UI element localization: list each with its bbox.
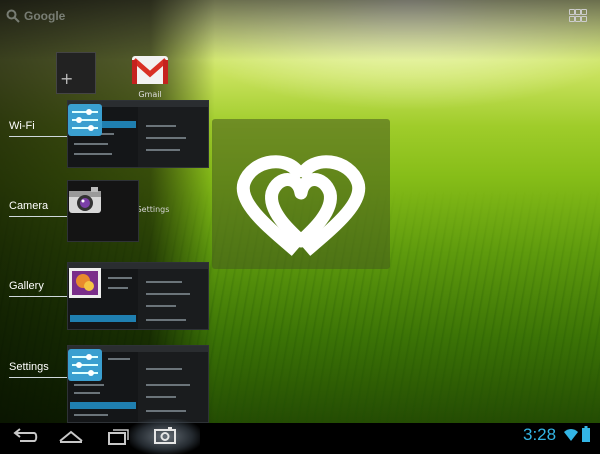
search-icon [6,9,20,23]
clock: 3:28 [523,425,557,444]
task-label: Camera [9,200,49,212]
top-shade [0,0,600,60]
task-label: Wi-Fi [9,120,35,132]
plus-icon: + [60,69,74,88]
all-apps-button[interactable] [569,9,587,23]
back-icon[interactable] [10,425,38,447]
settings-sliders-icon [68,349,102,381]
screenshot-camera-icon[interactable] [153,425,177,447]
task-label: Settings [9,361,49,373]
navigation-bar [0,423,600,450]
wallpaper-logo-card [212,119,390,269]
task-label: Gallery [9,280,44,292]
gmail-shortcut[interactable]: Gmail [128,52,172,99]
gmail-icon [132,56,168,84]
wifi-signal-icon[interactable] [563,428,579,442]
gallery-icon [69,268,101,298]
settings-sliders-icon [68,104,102,136]
google-search-bar[interactable]: Google [6,6,65,26]
search-label: Google [24,9,66,23]
task-divider [9,296,67,297]
home-icon[interactable] [56,425,86,447]
recent-apps-icon[interactable] [105,425,131,447]
hearts-logo-icon [236,155,366,256]
camera-icon [69,187,101,213]
gmail-label: Gmail [138,90,162,99]
home-widget[interactable]: + [56,52,96,94]
task-divider [9,216,67,217]
battery-icon[interactable] [582,426,590,442]
task-divider [9,377,67,378]
task-divider [9,136,67,137]
